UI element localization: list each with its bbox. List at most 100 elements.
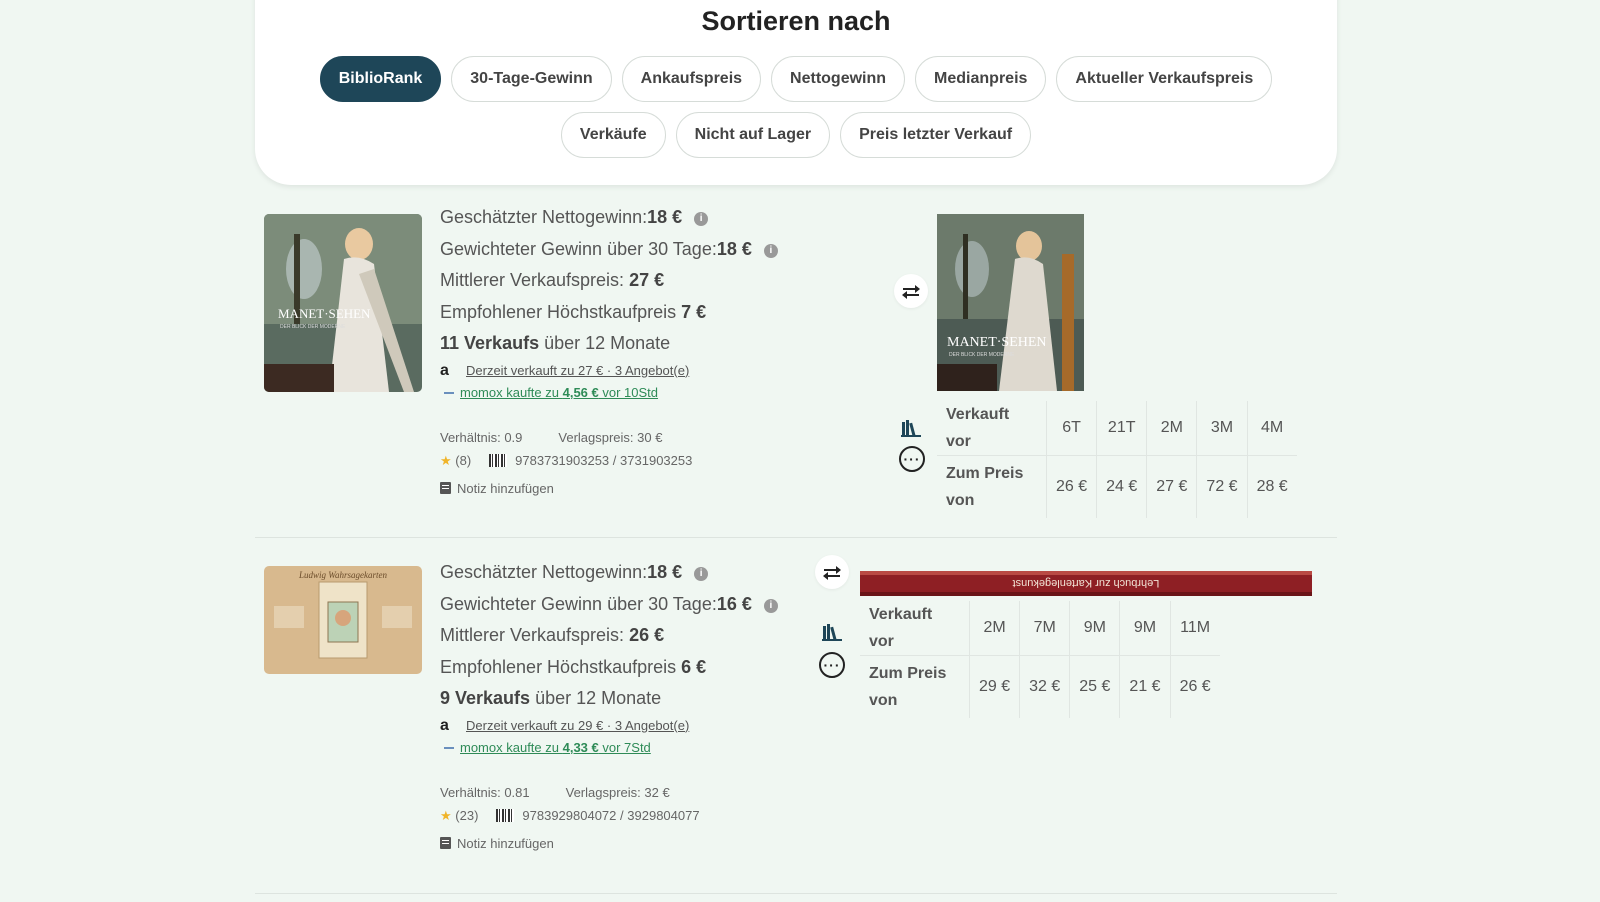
info-icon[interactable]: i [694,212,709,226]
isbn13: 9783929804072 [522,807,617,823]
add-note-button[interactable]: Notiz hinzufügen [440,836,778,851]
sort-option-medianpreis[interactable]: Medianpreis [915,56,1047,102]
sales-history-table: Verkauft vor 6T 21T 2M 3M 4M Zum Preis v… [937,401,1297,518]
history-price: 29 € [969,655,1021,718]
product-card: Ludwig Wahrsagekarten Geschätzter Nettog… [255,555,1337,890]
amazon-offer-row: a Derzeit verkauft zu 27 € · 3 Angebot(e) [440,360,778,382]
amazon-logo-icon: a [440,716,449,734]
product-info: Geschätzter Nettogewinn:18 € i Gewichtete… [440,557,778,851]
sort-option-verkaeufe[interactable]: Verkäufe [560,112,666,158]
cover-subtitle-text: DER BLICK DER MODERNE [280,324,346,330]
history-price: 26 € [1046,455,1098,518]
history-price: 72 € [1196,455,1248,518]
weighted-profit-row: Gewichteter Gewinn über 30 Tage:18 € i [440,234,778,266]
product-cover-image[interactable]: MANET·SEHEN DER BLICK DER MODERNE [264,214,422,392]
isbn-separator: / [612,452,617,468]
publisher-price: Verlagspreis: 32 € [565,784,670,800]
history-price-label: Zum Preis von [937,455,1047,518]
history-price: 21 € [1119,655,1171,718]
history-header-label: Verkauft vor [860,601,970,656]
note-icon [440,481,451,494]
momox-link[interactable]: momox kaufte zu 4,56 € vor 10Std [460,385,658,400]
large-cover-subtitle-text: DER BLICK DER MODERNE [949,352,1015,358]
books-icon[interactable] [898,415,924,441]
history-period: 7M [1019,601,1071,656]
product-large-image[interactable]: MANET·SEHEN DER BLICK DER MODERNE [937,214,1084,391]
history-price: 26 € [1179,678,1211,695]
history-price: 24 € [1096,455,1148,518]
sales-count-row: 9 Verkaufs über 12 Monate [440,683,778,715]
product-cover-image[interactable]: Ludwig Wahrsagekarten [264,566,422,674]
amazon-offer-link[interactable]: Derzeit verkauft zu 29 € · 3 Angebot(e) [466,718,689,733]
barcode-icon [489,453,508,467]
sales-count: 11 Verkaufs [440,333,540,353]
large-cover-title-text: MANET·SEHEN [947,335,1047,350]
isbn10: 3929804077 [627,807,700,823]
momox-row: momox kaufte zu 4,33 € vor 7Std [440,737,778,759]
ratio-row: Verhältnis: 0.81 Verlagspreis: 32 € [440,785,778,800]
net-profit-row: Geschätzter Nettogewinn:18 € i [440,557,778,589]
product-divider [255,893,1337,894]
swap-arrows-icon[interactable] [815,555,849,589]
info-icon[interactable]: i [763,598,778,613]
momox-prefix: momox kaufte zu [460,384,563,400]
net-profit-value: 18 € [647,562,683,582]
barcode-icon [496,808,515,822]
momox-time: vor 7Std [598,739,651,755]
momox-link[interactable]: momox kaufte zu 4,33 € vor 7Std [460,740,651,755]
history-period: 2M [969,601,1021,656]
swap-arrows-icon[interactable] [894,274,928,308]
rating-isbn-row: ★ (8) 9783731903253 / 3731903253 [440,453,778,469]
amazon-offer-link[interactable]: Derzeit verkauft zu 27 € · 3 Angebot(e) [466,363,689,378]
info-icon[interactable]: i [694,567,709,581]
sort-option-bibliorank[interactable]: BiblioRank [319,56,442,102]
median-price-row: Mittlerer Verkaufspreis: 27 € [440,265,778,297]
product-card: MANET·SEHEN DER BLICK DER MODERNE Geschä… [255,205,1337,535]
sort-panel: Sortieren nach BiblioRank 30-Tage-Gewinn… [255,0,1337,185]
sort-option-30-tage-gewinn[interactable]: 30-Tage-Gewinn [451,56,612,102]
isbn13: 9783731903253 [515,452,610,468]
product-divider [255,537,1337,538]
median-price-value: 27 € [629,270,665,290]
ratio-value: Verhältnis: 0.9 [440,429,523,445]
momox-price: 4,33 € [562,739,599,755]
net-profit-value: 18 € [647,207,683,227]
sort-option-nettogewinn[interactable]: Nettogewinn [771,56,906,102]
sales-history-table: Verkauft vor 2M 7M 9M 9M 11M Zum Preis v… [860,601,1220,718]
sort-option-ankaufspreis[interactable]: Ankaufspreis [621,56,762,102]
sales-history-price-row: Zum Preis von 26 € 24 € 27 € 72 € 28 € [937,455,1297,518]
product-large-image[interactable]: Lehrbuch zur Kartenlegekunst [860,571,1312,596]
max-buy-price-value: 6 € [681,656,707,677]
sort-option-preis-letzter-verkauf[interactable]: Preis letzter Verkauf [840,112,1032,158]
add-note-button[interactable]: Notiz hinzufügen [440,481,778,496]
max-buy-price-value: 7 € [681,301,707,322]
sort-options-row-1: BiblioRank 30-Tage-Gewinn Ankaufspreis N… [255,56,1337,102]
max-buy-price-row: Empfohlener Höchstkaufpreis 6 € [440,652,778,684]
history-period: 6T [1046,401,1098,456]
cover-title-text: Ludwig Wahrsagekarten [298,570,387,580]
weighted-profit-label: Gewichteter Gewinn über 30 Tage: [440,238,717,259]
amazon-offer-row: a Derzeit verkauft zu 29 € · 3 Angebot(e) [440,715,778,737]
history-period: 2M [1146,401,1198,456]
sales-history-price-row: Zum Preis von 29 € 32 € 25 € 21 € 26 € [860,655,1220,718]
history-price-label: Zum Preis von [860,655,970,718]
books-icon[interactable] [819,619,845,645]
spine-text: Lehrbuch zur Kartenlegekunst [1013,577,1160,589]
sort-option-aktueller-verkaufspreis[interactable]: Aktueller Verkaufspreis [1056,56,1273,102]
more-dots-icon[interactable]: ··· [819,652,845,678]
weighted-profit-value: 18 € [716,238,752,259]
star-icon: ★ [440,807,452,823]
isbn-separator: / [620,807,624,823]
history-price: 28 € [1256,478,1288,495]
max-buy-price-label: Empfohlener Höchstkaufpreis [440,656,682,677]
sort-option-nicht-auf-lager[interactable]: Nicht auf Lager [675,112,831,158]
median-price-row: Mittlerer Verkaufspreis: 26 € [440,620,778,652]
info-icon[interactable]: i [763,243,778,258]
weighted-profit-row: Gewichteter Gewinn über 30 Tage:16 € i [440,589,778,621]
history-period: 9M [1069,601,1121,656]
cover-title-text: MANET·SEHEN [278,306,371,321]
more-dots-icon[interactable]: ··· [899,446,925,472]
sort-title: Sortieren nach [701,6,891,36]
add-note-label: Notiz hinzufügen [457,835,554,851]
sales-period: über 12 Monate [530,688,662,708]
